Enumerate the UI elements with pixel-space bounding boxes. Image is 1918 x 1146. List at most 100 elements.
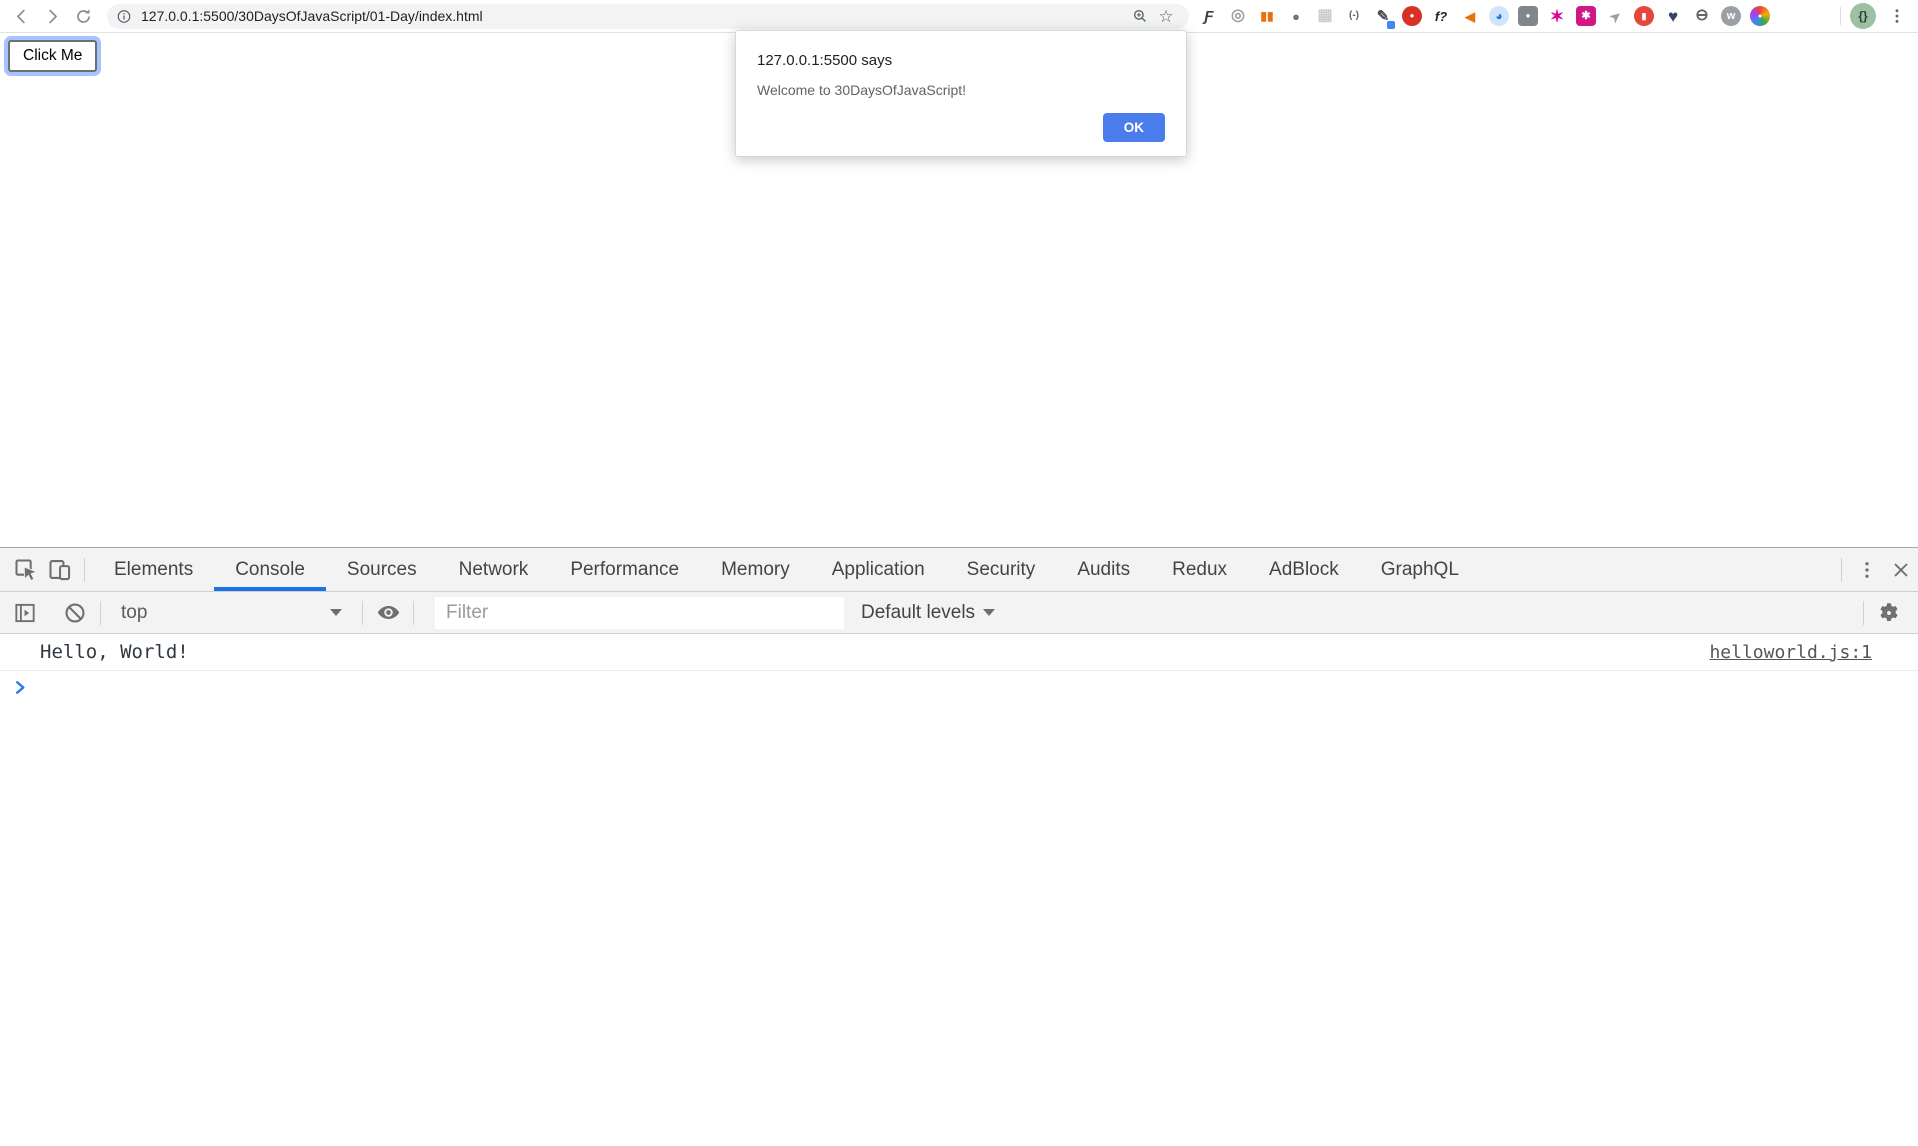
- reload-button[interactable]: [68, 1, 99, 32]
- js-alert-dialog: 127.0.0.1:5500 says Welcome to 30DaysOfJ…: [735, 30, 1187, 157]
- orbit-target-extension-icon[interactable]: ◎: [1228, 6, 1248, 26]
- console-source-link[interactable]: helloworld.js:1: [1709, 642, 1872, 663]
- toolbar-separator: [413, 601, 414, 625]
- extension-badge: [1532, 21, 1540, 29]
- tab-application[interactable]: Application: [811, 548, 946, 591]
- console-message-text: Hello, World!: [40, 641, 189, 663]
- grid-faded-extension-icon[interactable]: ▦: [1315, 6, 1335, 26]
- console-toolbar: top Default levels: [0, 592, 1918, 634]
- colorzilla-eyedropper-extension-icon[interactable]: ✎: [1373, 6, 1393, 26]
- extension-badge: [1329, 21, 1337, 29]
- toolbar-separator: [1863, 601, 1864, 625]
- click-me-button[interactable]: Click Me: [8, 40, 97, 72]
- kebab-menu-icon: [1888, 7, 1906, 25]
- f-question-extension-icon[interactable]: f?: [1431, 6, 1451, 26]
- extension-badge: [1619, 21, 1627, 29]
- extension-badge: [1445, 21, 1453, 29]
- alert-ok-button[interactable]: OK: [1103, 113, 1165, 143]
- address-bar[interactable]: 127.0.0.1:5500/30DaysOfJavaScript/01-Day…: [107, 4, 1189, 29]
- fireshot-extension-icon[interactable]: Ƒ: [1199, 6, 1219, 26]
- rainbow-ring-extension-icon[interactable]: ●: [1750, 6, 1770, 26]
- tab-audits[interactable]: Audits: [1056, 548, 1151, 591]
- js-context-selector[interactable]: top: [109, 592, 354, 633]
- tab-performance[interactable]: Performance: [549, 548, 700, 591]
- devtools-close-button[interactable]: [1884, 553, 1918, 587]
- log-levels-selector[interactable]: Default levels: [861, 602, 995, 624]
- orange-columns-extension-icon[interactable]: ▮▮: [1257, 6, 1277, 26]
- device-toolbar-icon: [46, 556, 73, 583]
- console-messages: Hello, World! helloworld.js:1: [0, 634, 1918, 706]
- back-button[interactable]: [6, 1, 37, 32]
- tabbar-separator: [84, 558, 85, 582]
- devtools-tabbar: Elements Console Sources Network Perform…: [0, 548, 1918, 592]
- chevron-down-icon: [330, 609, 342, 616]
- tab-graphql[interactable]: GraphQL: [1360, 548, 1480, 591]
- clear-console-button[interactable]: [58, 596, 92, 630]
- console-settings-button[interactable]: [1872, 596, 1906, 630]
- devtools-tabs: Elements Console Sources Network Perform…: [93, 548, 1480, 591]
- site-info-icon[interactable]: [116, 8, 132, 24]
- browser-menu-button[interactable]: [1884, 3, 1910, 29]
- profile-avatar[interactable]: {}: [1850, 3, 1876, 29]
- sidebar-drawer-icon: [12, 600, 38, 626]
- extension-badge: [1416, 21, 1424, 29]
- device-toolbar-button[interactable]: [42, 553, 76, 587]
- live-expression-eye-button[interactable]: [371, 596, 405, 630]
- tab-sources[interactable]: Sources: [326, 548, 438, 591]
- pink-hexagram-extension-icon[interactable]: ✶: [1547, 6, 1567, 26]
- extension-badge: [1561, 21, 1569, 29]
- blue-swirl-extension-icon[interactable]: ◕: [1489, 6, 1509, 26]
- bookmark-star-icon[interactable]: ☆: [1153, 4, 1179, 28]
- tab-memory[interactable]: Memory: [700, 548, 811, 591]
- tab-security[interactable]: Security: [946, 548, 1057, 591]
- tilted-arrow-extension-icon[interactable]: ➤: [1605, 6, 1625, 26]
- extension-badge: [1503, 21, 1511, 29]
- extension-badge: [1735, 21, 1743, 29]
- tab-network[interactable]: Network: [438, 548, 550, 591]
- clear-console-icon: [62, 600, 88, 626]
- extension-badge: [1271, 21, 1279, 29]
- extension-badge: [1648, 21, 1656, 29]
- extension-badge: [1387, 21, 1395, 29]
- extension-badge: [1764, 21, 1772, 29]
- inspect-element-button[interactable]: [8, 553, 42, 587]
- url-text[interactable]: 127.0.0.1:5500/30DaysOfJavaScript/01-Day…: [141, 8, 1127, 24]
- kebab-menu-icon: [1857, 560, 1877, 580]
- tab-console[interactable]: Console: [214, 548, 326, 591]
- tab-adblock[interactable]: AdBlock: [1248, 548, 1360, 591]
- console-message-row: Hello, World! helloworld.js:1: [0, 634, 1918, 671]
- console-sidebar-toggle-button[interactable]: [8, 596, 42, 630]
- alert-title: 127.0.0.1:5500 says: [757, 52, 1165, 69]
- zoom-indicator-icon[interactable]: [1127, 4, 1153, 28]
- extension-badge: [1474, 21, 1482, 29]
- toolbar-separator: [362, 601, 363, 625]
- camera-extension-icon[interactable]: ●: [1518, 6, 1538, 26]
- extension-badge: [1213, 21, 1221, 29]
- red-bookmark-extension-icon[interactable]: ▮: [1634, 6, 1654, 26]
- forward-icon: [43, 7, 62, 26]
- tab-elements[interactable]: Elements: [93, 548, 214, 591]
- megaphone-extension-icon[interactable]: ◀: [1460, 6, 1480, 26]
- alert-message: Welcome to 30DaysOfJavaScript!: [757, 82, 1165, 98]
- pink-gear-extension-icon[interactable]: ✱: [1576, 6, 1596, 26]
- console-prompt[interactable]: [0, 671, 1918, 706]
- circle-dash-extension-icon[interactable]: ⊖: [1692, 6, 1712, 26]
- js-context-label: top: [121, 602, 330, 624]
- console-prompt-chevron-icon: [13, 680, 28, 695]
- wave-extension-icon[interactable]: w: [1721, 6, 1741, 26]
- forward-button[interactable]: [37, 1, 68, 32]
- console-filter-input[interactable]: [435, 597, 844, 629]
- stop-hand-extension-icon[interactable]: ●: [1402, 6, 1422, 26]
- back-icon: [12, 7, 31, 26]
- toolbar-right-cluster: {}: [1831, 3, 1910, 29]
- toolbar-separator: [1840, 7, 1841, 25]
- inspect-cursor-icon: [12, 556, 39, 583]
- devtools-panel: Elements Console Sources Network Perform…: [0, 547, 1918, 1146]
- heart-magnifier-extension-icon[interactable]: ♥: [1663, 6, 1683, 26]
- code-brackets-extension-icon[interactable]: (-): [1344, 6, 1364, 26]
- tab-redux[interactable]: Redux: [1151, 548, 1248, 591]
- devtools-menu-button[interactable]: [1850, 553, 1884, 587]
- profile-avatar-glyph: {}: [1858, 9, 1867, 23]
- extension-badge: [1706, 21, 1714, 29]
- bug-extension-icon[interactable]: ●: [1286, 6, 1306, 26]
